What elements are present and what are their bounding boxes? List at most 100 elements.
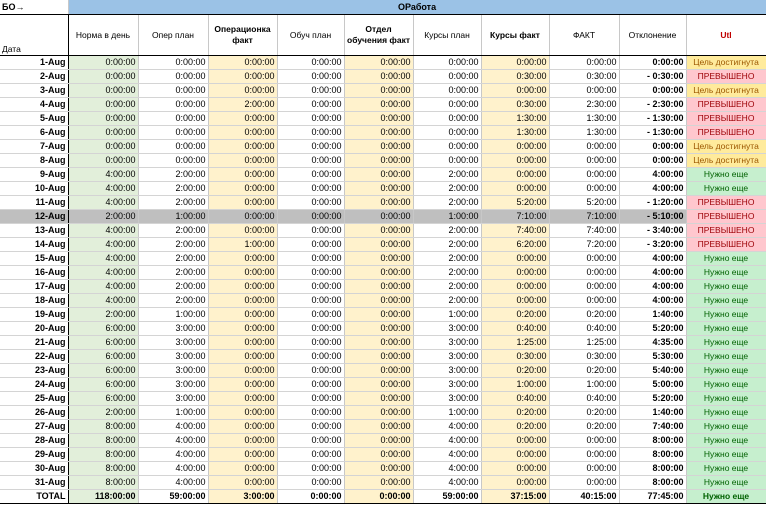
cell-date[interactable]: 12-Aug <box>0 209 69 224</box>
cell-date[interactable]: 13-Aug <box>0 223 69 238</box>
cell-oper-plan[interactable]: 0:00:00 <box>138 153 209 168</box>
cell-oper-plan[interactable]: 0:00:00 <box>138 83 209 98</box>
cell-otdel-fact[interactable]: 0:00:00 <box>344 363 414 378</box>
cell-status[interactable]: ПРЕВЫШЕНО <box>686 97 766 112</box>
cell-norma[interactable]: 4:00:00 <box>68 265 139 280</box>
cell-kursy-plan[interactable]: 2:00:00 <box>413 167 482 182</box>
cell-status[interactable]: Нужно еще <box>686 279 766 294</box>
cell-obuch-plan[interactable]: 0:00:00 <box>277 489 345 504</box>
cell-oper-fact[interactable]: 0:00:00 <box>208 349 278 364</box>
cell-fakt[interactable]: 0:30:00 <box>549 69 620 84</box>
cell-fakt[interactable]: 0:00:00 <box>549 447 620 462</box>
cell-oper-plan[interactable]: 59:00:00 <box>138 489 209 504</box>
cell-fakt[interactable]: 2:30:00 <box>549 97 620 112</box>
cell-status[interactable]: ПРЕВЫШЕНО <box>686 69 766 84</box>
cell-date[interactable]: 20-Aug <box>0 321 69 336</box>
cell-oper-fact[interactable]: 0:00:00 <box>208 363 278 378</box>
cell-obuch-plan[interactable]: 0:00:00 <box>277 181 345 196</box>
cell-kursy-fact[interactable]: 0:30:00 <box>481 69 550 84</box>
cell-fakt[interactable]: 0:00:00 <box>549 265 620 280</box>
cell-otklonenie[interactable]: 8:00:00 <box>619 433 687 448</box>
cell-otklonenie[interactable]: 5:30:00 <box>619 349 687 364</box>
cell-otdel-fact[interactable]: 0:00:00 <box>344 293 414 308</box>
cell-obuch-plan[interactable]: 0:00:00 <box>277 153 345 168</box>
col-header-norma[interactable]: Норма в день <box>68 14 139 56</box>
cell-oper-fact[interactable]: 0:00:00 <box>208 55 278 70</box>
date-header-cell[interactable]: Дата <box>0 14 69 56</box>
cell-kursy-plan[interactable]: 0:00:00 <box>413 83 482 98</box>
cell-fakt[interactable]: 7:40:00 <box>549 223 620 238</box>
cell-date[interactable]: 2-Aug <box>0 69 69 84</box>
cell-status[interactable]: ПРЕВЫШЕНО <box>686 195 766 210</box>
cell-otdel-fact[interactable]: 0:00:00 <box>344 335 414 350</box>
cell-date[interactable]: 6-Aug <box>0 125 69 140</box>
cell-kursy-plan[interactable]: 2:00:00 <box>413 237 482 252</box>
cell-oper-plan[interactable]: 2:00:00 <box>138 223 209 238</box>
cell-oper-fact[interactable]: 0:00:00 <box>208 265 278 280</box>
cell-oper-fact[interactable]: 0:00:00 <box>208 335 278 350</box>
cell-kursy-plan[interactable]: 2:00:00 <box>413 265 482 280</box>
cell-otdel-fact[interactable]: 0:00:00 <box>344 307 414 322</box>
cell-fakt[interactable]: 0:00:00 <box>549 83 620 98</box>
cell-fakt[interactable]: 1:30:00 <box>549 125 620 140</box>
cell-otklonenie[interactable]: 0:00:00 <box>619 153 687 168</box>
cell-fakt[interactable]: 0:00:00 <box>549 167 620 182</box>
cell-kursy-plan[interactable]: 0:00:00 <box>413 55 482 70</box>
cell-status[interactable]: Нужно еще <box>686 475 766 490</box>
cell-norma[interactable]: 0:00:00 <box>68 153 139 168</box>
cell-date[interactable]: 5-Aug <box>0 111 69 126</box>
cell-obuch-plan[interactable]: 0:00:00 <box>277 419 345 434</box>
cell-oper-plan[interactable]: 1:00:00 <box>138 405 209 420</box>
cell-norma[interactable]: 0:00:00 <box>68 55 139 70</box>
cell-otklonenie[interactable]: 0:00:00 <box>619 55 687 70</box>
cell-otklonenie[interactable]: 4:00:00 <box>619 279 687 294</box>
cell-obuch-plan[interactable]: 0:00:00 <box>277 321 345 336</box>
cell-oper-fact[interactable]: 0:00:00 <box>208 461 278 476</box>
cell-otklonenie[interactable]: 5:20:00 <box>619 321 687 336</box>
cell-norma[interactable]: 2:00:00 <box>68 307 139 322</box>
cell-kursy-plan[interactable]: 1:00:00 <box>413 405 482 420</box>
cell-kursy-plan[interactable]: 59:00:00 <box>413 489 482 504</box>
cell-kursy-plan[interactable]: 2:00:00 <box>413 195 482 210</box>
cell-kursy-plan[interactable]: 2:00:00 <box>413 181 482 196</box>
cell-oper-fact[interactable]: 0:00:00 <box>208 209 278 224</box>
cell-kursy-plan[interactable]: 4:00:00 <box>413 475 482 490</box>
cell-norma[interactable]: 6:00:00 <box>68 363 139 378</box>
cell-status[interactable]: Нужно еще <box>686 335 766 350</box>
cell-oper-plan[interactable]: 4:00:00 <box>138 447 209 462</box>
cell-oper-fact[interactable]: 0:00:00 <box>208 307 278 322</box>
cell-kursy-fact[interactable]: 0:00:00 <box>481 433 550 448</box>
cell-norma[interactable]: 0:00:00 <box>68 83 139 98</box>
cell-fakt[interactable]: 0:00:00 <box>549 139 620 154</box>
cell-kursy-plan[interactable]: 0:00:00 <box>413 111 482 126</box>
cell-oper-plan[interactable]: 4:00:00 <box>138 419 209 434</box>
cell-oper-plan[interactable]: 3:00:00 <box>138 349 209 364</box>
col-header-oper-plan[interactable]: Опер план <box>138 14 209 56</box>
cell-obuch-plan[interactable]: 0:00:00 <box>277 363 345 378</box>
cell-oper-fact[interactable]: 0:00:00 <box>208 153 278 168</box>
cell-status[interactable]: Нужно еще <box>686 377 766 392</box>
cell-kursy-fact[interactable]: 0:00:00 <box>481 461 550 476</box>
cell-norma[interactable]: 0:00:00 <box>68 139 139 154</box>
cell-kursy-fact[interactable]: 6:20:00 <box>481 237 550 252</box>
cell-otdel-fact[interactable]: 0:00:00 <box>344 489 414 504</box>
cell-oper-fact[interactable]: 0:00:00 <box>208 293 278 308</box>
cell-fakt[interactable]: 0:40:00 <box>549 391 620 406</box>
cell-status[interactable]: Нужно еще <box>686 293 766 308</box>
cell-date[interactable]: 15-Aug <box>0 251 69 266</box>
cell-kursy-fact[interactable]: 0:00:00 <box>481 181 550 196</box>
cell-norma[interactable]: 4:00:00 <box>68 181 139 196</box>
cell-oper-fact[interactable]: 3:00:00 <box>208 489 278 504</box>
cell-obuch-plan[interactable]: 0:00:00 <box>277 223 345 238</box>
cell-otklonenie[interactable]: 4:00:00 <box>619 293 687 308</box>
cell-oper-plan[interactable]: 2:00:00 <box>138 251 209 266</box>
cell-kursy-plan[interactable]: 1:00:00 <box>413 307 482 322</box>
cell-obuch-plan[interactable]: 0:00:00 <box>277 475 345 490</box>
cell-oper-plan[interactable]: 1:00:00 <box>138 307 209 322</box>
cell-status[interactable]: Нужно еще <box>686 181 766 196</box>
cell-otdel-fact[interactable]: 0:00:00 <box>344 321 414 336</box>
cell-oper-plan[interactable]: 2:00:00 <box>138 265 209 280</box>
cell-date[interactable]: 19-Aug <box>0 307 69 322</box>
cell-status[interactable]: Нужно еще <box>686 405 766 420</box>
cell-date[interactable]: TOTAL <box>0 489 69 504</box>
